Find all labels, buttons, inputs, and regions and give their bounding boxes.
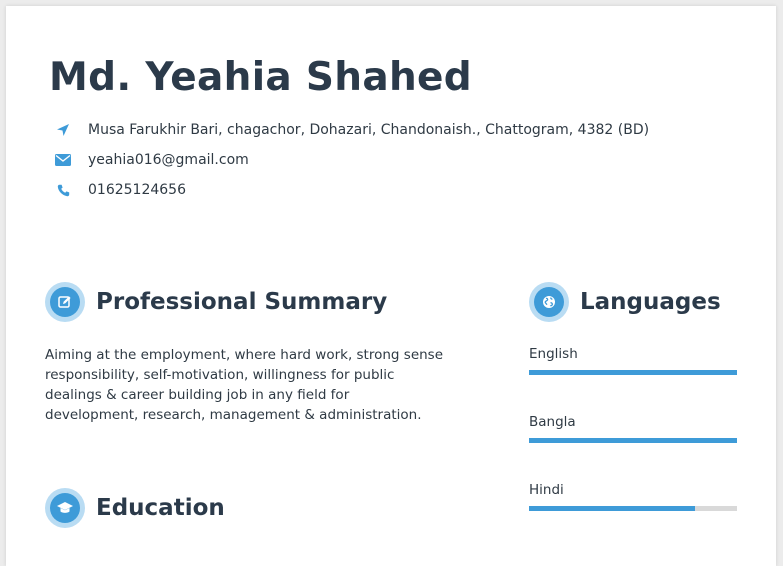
language-level-bar: [529, 438, 737, 443]
language-item: Bangla: [529, 414, 737, 443]
globe-icon: [534, 287, 564, 317]
language-level-fill: [529, 438, 737, 443]
education-heading: Education: [45, 488, 225, 528]
language-item: English: [529, 346, 737, 375]
contact-phone: 01625124656: [54, 180, 186, 200]
languages-title: Languages: [580, 289, 721, 315]
location-arrow-icon: [54, 121, 72, 139]
contact-email: yeahia016@gmail.com: [54, 150, 249, 170]
graduation-cap-icon: [50, 493, 80, 523]
language-level-fill: [529, 370, 737, 375]
contact-address: Musa Farukhir Bari, chagachor, Dohazari,…: [54, 120, 649, 140]
education-icon-badge: [45, 488, 85, 528]
edit-icon: [50, 287, 80, 317]
language-label: Bangla: [529, 414, 576, 430]
language-level-fill: [529, 506, 696, 511]
email-text[interactable]: yeahia016@gmail.com: [88, 152, 249, 168]
summary-icon-badge: [45, 282, 85, 322]
language-label: English: [529, 346, 578, 362]
languages-icon-badge: [529, 282, 569, 322]
language-label: Hindi: [529, 482, 564, 498]
phone-text: 01625124656: [88, 182, 186, 198]
summary-text: Aiming at the employment, where hard wor…: [45, 347, 444, 423]
phone-icon: [54, 181, 72, 199]
summary-heading: Professional Summary: [45, 282, 387, 322]
language-item: Hindi: [529, 482, 737, 511]
summary-title: Professional Summary: [96, 289, 388, 315]
candidate-name: Md. Yeahia Shahed: [49, 55, 472, 100]
language-level-bar: [529, 370, 737, 375]
language-level-bar: [529, 506, 737, 511]
education-title: Education: [96, 495, 225, 521]
envelope-icon: [54, 151, 72, 169]
languages-heading: Languages: [529, 282, 721, 322]
address-text: Musa Farukhir Bari, chagachor, Dohazari,…: [88, 122, 650, 138]
resume-page: Md. Yeahia Shahed Musa Farukhir Bari, ch…: [6, 6, 776, 566]
